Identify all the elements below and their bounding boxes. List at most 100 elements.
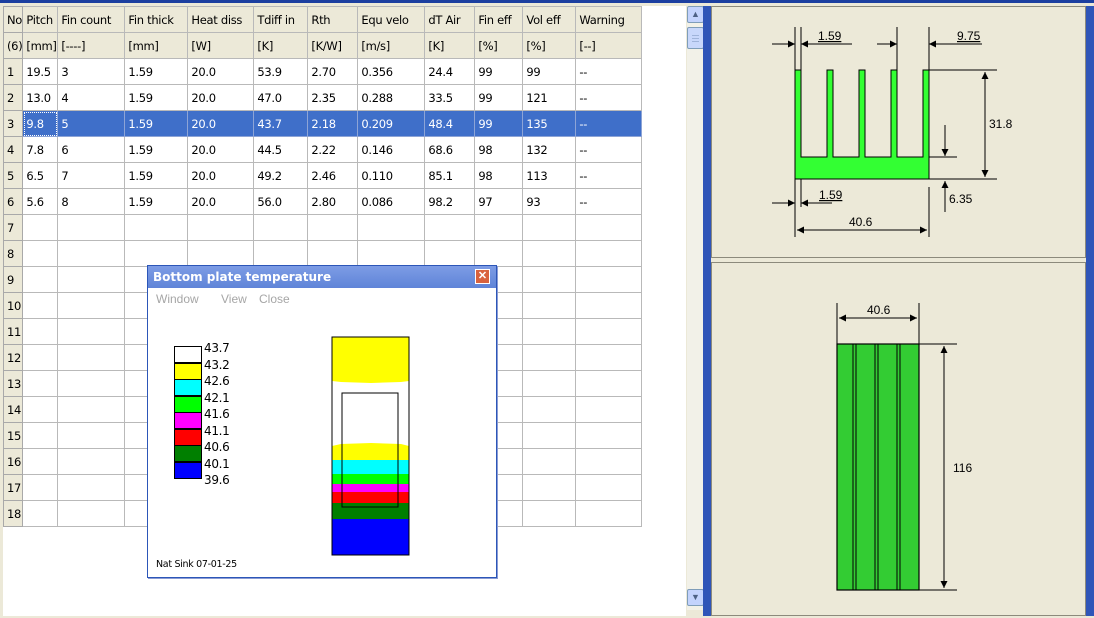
table-cell[interactable]: 132: [522, 136, 577, 163]
row-header-cell[interactable]: 6: [3, 188, 24, 215]
table-cell[interactable]: [K]: [424, 32, 476, 59]
menu-window[interactable]: Window: [156, 292, 199, 306]
table-cell[interactable]: 44.5: [253, 136, 309, 163]
table-cell[interactable]: --: [575, 84, 643, 111]
table-cell[interactable]: 20.0: [187, 188, 255, 215]
table-cell[interactable]: [575, 292, 643, 319]
table-row[interactable]: 4 7.8 6 1.59 20.0 44.5 2.22 0.146 68.6 98 132 --: [3, 136, 643, 163]
table-cell[interactable]: Fin count: [57, 6, 126, 33]
row-header-cell[interactable]: 14: [3, 396, 24, 423]
table-cell[interactable]: [W]: [187, 32, 255, 59]
table-cell[interactable]: 20.0: [187, 84, 255, 111]
table-cell[interactable]: 0.356: [357, 58, 426, 85]
table-cell[interactable]: 47.0: [253, 84, 309, 111]
table-cell[interactable]: 99: [474, 110, 524, 137]
table-cell[interactable]: [22, 448, 59, 475]
table-cell[interactable]: --: [575, 110, 643, 137]
table-cell[interactable]: [22, 266, 59, 293]
table-cell[interactable]: [K]: [253, 32, 309, 59]
column-header-row[interactable]: No Pitch Fin count Fin thick Heat diss Tdiff …: [3, 6, 643, 33]
table-cell[interactable]: [575, 370, 643, 397]
table-cell[interactable]: [522, 500, 577, 527]
table-cell[interactable]: 2.70: [307, 58, 359, 85]
table-cell[interactable]: [K/W]: [307, 32, 359, 59]
table-cell[interactable]: 121: [522, 84, 577, 111]
row-header-cell[interactable]: 16: [3, 448, 24, 475]
table-cell[interactable]: [22, 214, 59, 241]
table-cell[interactable]: [307, 240, 359, 267]
table-cell[interactable]: --: [575, 136, 643, 163]
table-cell[interactable]: 5.6: [22, 188, 59, 215]
table-cell[interactable]: 20.0: [187, 162, 255, 189]
table-cell[interactable]: [522, 344, 577, 371]
table-cell[interactable]: 0.086: [357, 188, 426, 215]
table-cell[interactable]: 19.5: [22, 58, 59, 85]
table-cell[interactable]: 98: [474, 162, 524, 189]
table-cell[interactable]: [253, 214, 309, 241]
table-cell[interactable]: [22, 292, 59, 319]
table-cell[interactable]: [57, 474, 126, 501]
table-cell[interactable]: 48.4: [424, 110, 476, 137]
table-cell[interactable]: [522, 266, 577, 293]
table-cell[interactable]: [22, 370, 59, 397]
table-cell[interactable]: 5: [57, 110, 126, 137]
row-header-cell[interactable]: 11: [3, 318, 24, 345]
table-cell[interactable]: 0.288: [357, 84, 426, 111]
popup-title-bar[interactable]: Bottom plate temperature ✕: [148, 266, 496, 288]
table-cell[interactable]: [474, 214, 524, 241]
table-cell[interactable]: [mm]: [22, 32, 59, 59]
table-cell[interactable]: [522, 292, 577, 319]
table-cell[interactable]: Fin eff: [474, 6, 524, 33]
table-cell[interactable]: [522, 240, 577, 267]
table-cell[interactable]: [57, 396, 126, 423]
table-cell[interactable]: [357, 214, 426, 241]
table-cell[interactable]: [307, 214, 359, 241]
table-cell[interactable]: [575, 240, 643, 267]
table-cell[interactable]: Rth: [307, 6, 359, 33]
row-header-cell[interactable]: 4: [3, 136, 24, 163]
table-cell[interactable]: [522, 448, 577, 475]
table-cell[interactable]: [575, 214, 643, 241]
row-header-cell[interactable]: 17: [3, 474, 24, 501]
table-cell[interactable]: [57, 500, 126, 527]
table-cell[interactable]: [----]: [57, 32, 126, 59]
table-cell[interactable]: [522, 318, 577, 345]
table-cell[interactable]: [575, 266, 643, 293]
table-cell[interactable]: [57, 344, 126, 371]
row-header-cell[interactable]: No: [3, 6, 24, 33]
table-cell[interactable]: [357, 240, 426, 267]
table-cell[interactable]: 99: [522, 58, 577, 85]
table-cell[interactable]: 68.6: [424, 136, 476, 163]
table-cell[interactable]: 1.59: [124, 136, 189, 163]
table-cell[interactable]: [22, 344, 59, 371]
table-cell[interactable]: [22, 240, 59, 267]
table-cell[interactable]: 1.59: [124, 162, 189, 189]
menu-view[interactable]: View: [221, 292, 247, 306]
table-cell[interactable]: 56.0: [253, 188, 309, 215]
row-header-cell[interactable]: 12: [3, 344, 24, 371]
table-cell[interactable]: [22, 396, 59, 423]
table-cell[interactable]: Fin thick: [124, 6, 189, 33]
menu-close[interactable]: Close: [259, 292, 290, 306]
table-cell[interactable]: 7: [57, 162, 126, 189]
table-cell[interactable]: [57, 422, 126, 449]
table-cell[interactable]: [57, 448, 126, 475]
row-header-cell[interactable]: 7: [3, 214, 24, 241]
row-header-cell[interactable]: 1: [3, 58, 24, 85]
table-cell[interactable]: 0.110: [357, 162, 426, 189]
table-cell[interactable]: 43.7: [253, 110, 309, 137]
table-cell[interactable]: --: [575, 58, 643, 85]
table-cell[interactable]: [575, 318, 643, 345]
table-cell[interactable]: 4: [57, 84, 126, 111]
table-cell[interactable]: 99: [474, 84, 524, 111]
table-cell[interactable]: 0.146: [357, 136, 426, 163]
table-row-selected[interactable]: 3 9.8 5 1.59 20.0 43.7 2.18 0.209 48.4 99 135 --: [3, 110, 643, 137]
table-cell[interactable]: 98.2: [424, 188, 476, 215]
table-cell[interactable]: 20.0: [187, 136, 255, 163]
table-cell[interactable]: [522, 422, 577, 449]
units-header-row[interactable]: (6) [mm] [----] [mm] [W] [K] [K/W] [m/s] [K] [%][…: [3, 32, 643, 59]
table-cell[interactable]: [--]: [575, 32, 643, 59]
table-cell[interactable]: 13.0: [22, 84, 59, 111]
table-cell[interactable]: 1.59: [124, 58, 189, 85]
row-header-cell[interactable]: 8: [3, 240, 24, 267]
